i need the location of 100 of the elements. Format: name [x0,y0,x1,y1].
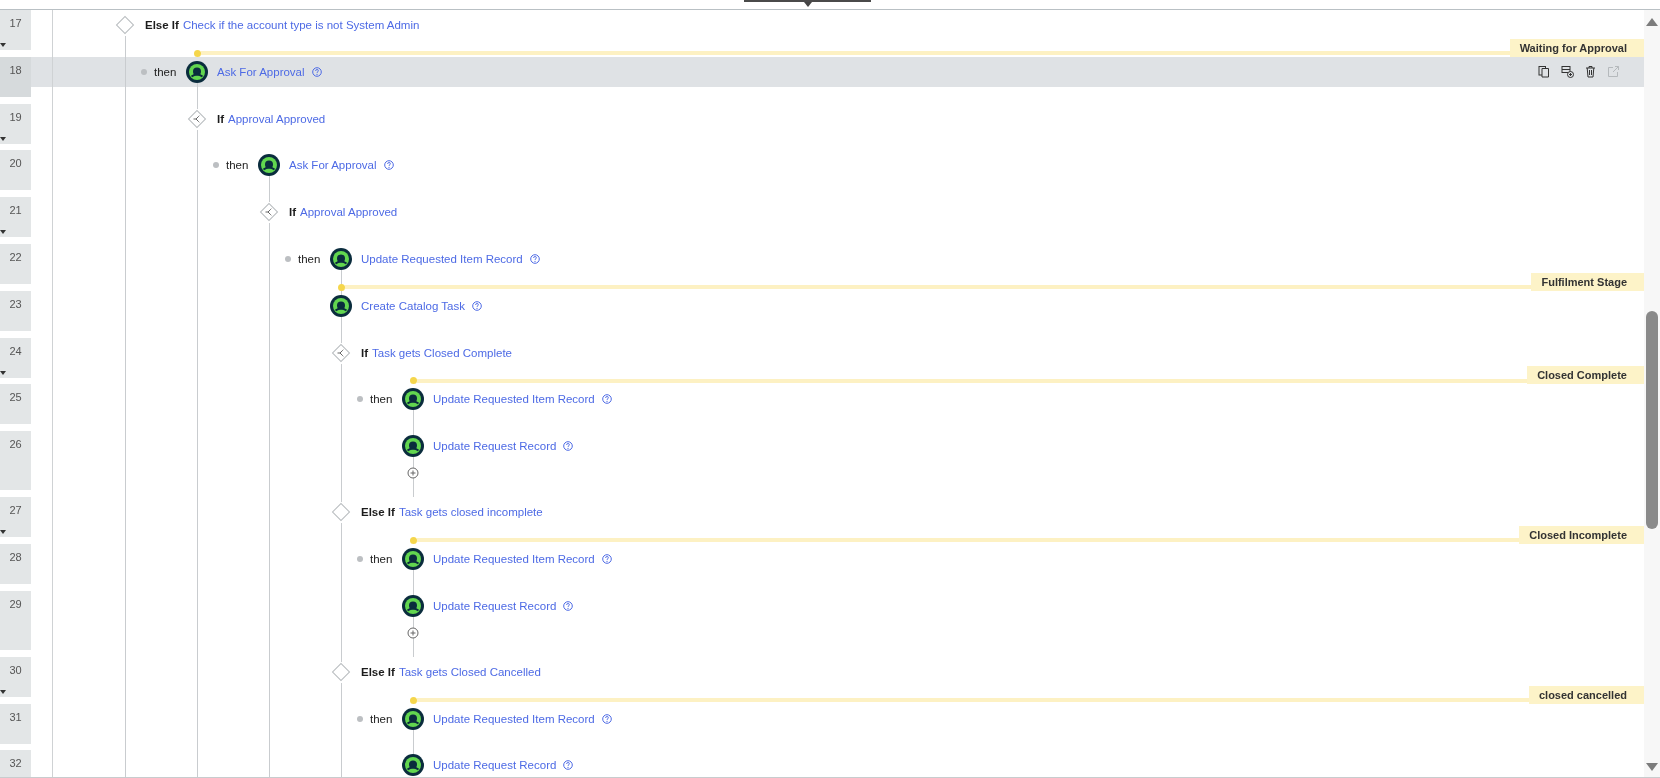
step-link[interactable]: Update Requested Item Record [433,552,595,565]
help-icon[interactable] [563,600,574,611]
condition-link[interactable]: Check if the account type is not System Admin [182,19,420,31]
gutter-cell[interactable]: 17 [0,10,31,50]
line-number: 26 [9,437,22,452]
stage-label: Fulfilment Stage [1531,272,1644,291]
scroll-up-icon[interactable] [1646,18,1658,26]
gutter-cell[interactable]: 23 [0,290,31,331]
caret-icon[interactable] [0,530,6,535]
condition-link[interactable]: Task gets Closed Cancelled [398,665,541,678]
line-number: 29 [9,596,22,611]
step-link[interactable]: Update Request Record [433,440,557,453]
delete-icon[interactable] [1585,65,1596,79]
then-label: then [154,65,177,78]
action-node-icon[interactable] [402,388,424,411]
then-label: then [298,253,321,265]
gutter-cell[interactable]: 32 [0,750,31,777]
stage-label: closed cancelled [1528,685,1644,704]
step-link[interactable]: Ask For Approval [217,65,305,78]
action-node-icon[interactable] [402,707,424,730]
connector-dot [357,396,363,403]
add-icon[interactable] [407,626,419,639]
step-link[interactable]: Create Catalog Task [361,299,465,312]
caret-icon[interactable] [0,689,6,694]
splitter-handle[interactable] [744,0,871,9]
condition-link[interactable]: Task gets closed incomplete [398,506,543,519]
line-number: 17 [9,16,22,30]
gutter-cell[interactable]: 21 [0,197,31,238]
help-icon[interactable] [529,254,540,264]
scrollbar[interactable] [1644,10,1660,777]
gutter-cell[interactable]: 20 [0,150,31,191]
condition-link[interactable]: Task gets Closed Complete [372,346,512,359]
line-number: 31 [9,709,22,724]
stage-label: Waiting for Approval [1509,38,1644,57]
help-icon[interactable] [563,441,574,452]
duplicate-icon[interactable] [1561,65,1574,79]
connector-dot [285,256,291,262]
gutter-cell[interactable]: 27 [0,497,31,538]
condition-link[interactable]: Approval Approved [228,112,326,125]
action-node-icon[interactable] [402,754,424,777]
help-icon[interactable] [472,300,482,311]
help-icon[interactable] [563,760,574,771]
copy-icon[interactable] [1538,65,1550,79]
condition-link[interactable]: Approval Approved [300,206,398,219]
gutter-cell[interactable]: 28 [0,543,31,584]
action-node-icon[interactable] [402,594,424,617]
line-number: 24 [9,343,22,358]
step-link[interactable]: Update Request Record [433,599,557,612]
step-link[interactable]: Update Requested Item Record [433,393,595,406]
condition-keyword: If [217,112,225,125]
caret-icon[interactable] [0,136,6,141]
stage-label: Closed Complete [1527,366,1644,385]
gutter-cell[interactable]: 31 [0,703,31,744]
line-number: 21 [9,203,22,218]
add-icon[interactable] [407,467,419,480]
then-label: then [370,393,393,406]
gutter-cell[interactable]: 19 [0,103,31,144]
line-number: 28 [9,549,22,564]
help-icon[interactable] [601,394,612,405]
connector-dot [141,68,147,75]
step-link[interactable]: Update Requested Item Record [433,712,595,725]
caret-icon[interactable] [0,230,6,235]
gutter-cell[interactable]: 22 [0,244,31,284]
connector-dot [357,715,363,722]
gutter-cell[interactable]: 18 [0,56,31,97]
line-number: 30 [9,662,22,677]
gutter-cell[interactable]: 25 [0,384,31,425]
line-number: 23 [9,296,22,311]
gutter-cell[interactable]: 29 [0,590,31,650]
action-node-icon[interactable] [186,60,208,83]
step-link[interactable]: Update Request Record [433,759,557,772]
step-link[interactable]: Ask For Approval [289,159,377,172]
then-label: then [370,712,393,725]
help-icon[interactable] [601,713,612,724]
connector-dot [357,555,363,562]
caret-icon[interactable] [0,43,6,47]
line-number: 32 [9,756,22,771]
scroll-down-icon[interactable] [1646,763,1658,771]
gutter-cell[interactable]: 30 [0,656,31,697]
gutter-cell[interactable]: 24 [0,337,31,378]
step-link[interactable]: Update Requested Item Record [361,253,523,265]
action-node-icon[interactable] [330,248,352,270]
scrollbar-thumb[interactable] [1646,311,1658,529]
help-icon[interactable] [601,553,612,564]
caret-icon[interactable] [0,370,6,375]
action-node-icon[interactable] [258,154,280,177]
line-number: 20 [9,156,22,171]
action-node-icon[interactable] [330,294,352,317]
action-node-icon[interactable] [402,547,424,570]
condition-keyword: If [289,206,297,219]
help-icon[interactable] [311,66,322,77]
gutter-cell[interactable]: 26 [0,431,31,491]
action-node-icon[interactable] [402,435,424,458]
line-number: 25 [9,390,22,405]
line-number: 27 [9,503,22,518]
line-number: 22 [9,250,22,264]
then-label: then [226,159,249,172]
condition-keyword: If [361,346,369,359]
line-number: 18 [9,62,22,77]
help-icon[interactable] [383,160,394,171]
